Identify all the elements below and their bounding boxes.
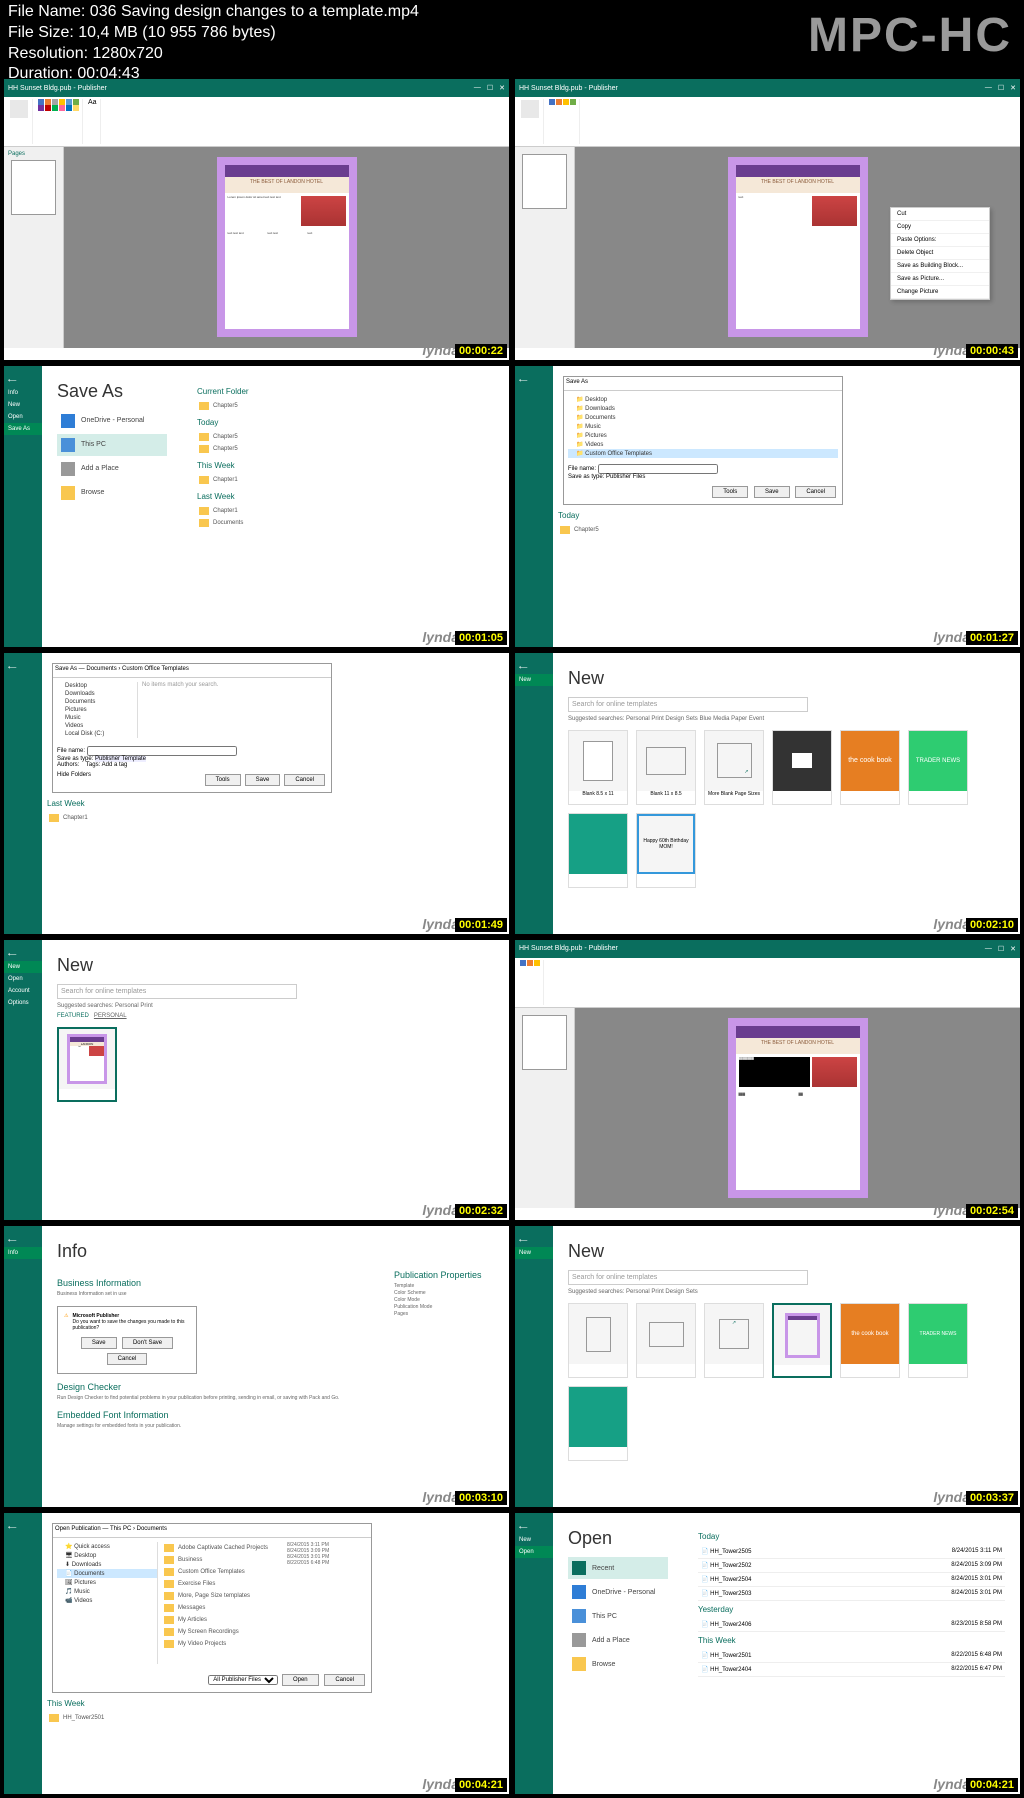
open-heading: Open	[568, 1528, 668, 1549]
thumb-11: ⟵ Open Publication — This PC › Documents…	[4, 1513, 509, 1794]
document-preview[interactable]: THE BEST OF LANDON HOTEL Lorem ipsum dol…	[217, 157, 357, 337]
thumb-1: HH Sunset Bldg.pub - Publisher—☐✕ Aa Pag…	[4, 79, 509, 360]
info-heading: Info	[57, 1241, 494, 1262]
thumb-10: ⟵New New Search for online templates Sug…	[515, 1226, 1020, 1507]
timestamp: 00:00:22	[455, 344, 507, 358]
back-arrow-icon[interactable]: ⟵	[4, 374, 42, 387]
thumb-12: ⟵NewOpen Open Recent OneDrive - Personal…	[515, 1513, 1020, 1794]
menu-save-block[interactable]: Save as Building Block...	[891, 260, 989, 273]
hide-folders[interactable]: Hide Folders	[57, 772, 91, 788]
backstage-sidebar[interactable]: ⟵ Info New Open Save As	[4, 366, 42, 647]
thumb-5: ⟵ Save As — Documents › Custom Office Te…	[4, 653, 509, 934]
thumb-3: ⟵ Info New Open Save As Save As OneDrive…	[4, 366, 509, 647]
menu-copy[interactable]: Copy	[891, 221, 989, 234]
thumb-2: HH Sunset Bldg.pub - Publisher—☐✕ THE BE…	[515, 79, 1020, 360]
location-browse[interactable]: Browse	[57, 482, 167, 504]
thumb-9: ⟵Info Info Business InformationBusiness …	[4, 1226, 509, 1507]
menu-paste[interactable]: Paste Options:	[891, 234, 989, 247]
location-addplace[interactable]: Add a Place	[57, 458, 167, 480]
pages-panel[interactable]: Pages	[4, 147, 64, 348]
msgbox-cancel[interactable]: Cancel	[107, 1353, 148, 1365]
open-dialog[interactable]: Open Publication — This PC › Documents ⭐…	[52, 1523, 372, 1693]
save-as-heading: Save As	[57, 381, 167, 402]
menu-change-pic[interactable]: Change Picture	[891, 286, 989, 299]
location-onedrive[interactable]: OneDrive - Personal	[57, 410, 167, 432]
location-recent[interactable]: Recent	[568, 1557, 668, 1579]
ribbon[interactable]: Aa	[4, 97, 509, 147]
save-prompt-dialog[interactable]: ⚠Microsoft PublisherDo you want to save …	[57, 1306, 197, 1374]
player-watermark: MPC-HC	[808, 8, 1012, 63]
tools-button[interactable]: Tools	[712, 486, 748, 498]
filename-input[interactable]	[598, 464, 718, 474]
template-search[interactable]: Search for online templates	[568, 697, 808, 712]
save-button[interactable]: Save	[754, 486, 790, 498]
save-dialog-2[interactable]: Save As — Documents › Custom Office Temp…	[52, 663, 332, 793]
thumbnail-grid: HH Sunset Bldg.pub - Publisher—☐✕ Aa Pag…	[0, 75, 1024, 1798]
save-dialog[interactable]: Save As 📁 Desktop 📁 Downloads 📁 Document…	[563, 376, 843, 505]
recent-file[interactable]: 📄 HH_Tower25058/24/2015 3:11 PM	[698, 1545, 1005, 1559]
thumb-8: HH Sunset Bldg.pub - Publisher—☐✕ THE BE…	[515, 940, 1020, 1221]
thumb-7: ⟵NewOpenAccountOptions New Search for on…	[4, 940, 509, 1221]
location-thispc[interactable]: This PC	[57, 434, 167, 456]
menu-delete[interactable]: Delete Object	[891, 247, 989, 260]
filetype-select[interactable]: All Publisher Files	[208, 1675, 278, 1685]
msgbox-dontsave[interactable]: Don't Save	[122, 1337, 173, 1349]
cancel-button[interactable]: Cancel	[795, 486, 836, 498]
template-blank-portrait[interactable]: Blank 8.5 x 11	[568, 730, 628, 805]
new-heading: New	[568, 668, 1005, 689]
template-blank-landscape[interactable]: Blank 11 x 8.5	[636, 730, 696, 805]
template-grid: Blank 8.5 x 11 Blank 11 x 8.5 ↗More Blan…	[568, 730, 1005, 888]
thumb-4: ⟵ Save As 📁 Desktop 📁 Downloads 📁 Docume…	[515, 366, 1020, 647]
msgbox-save[interactable]: Save	[81, 1337, 117, 1349]
open-button[interactable]: Open	[282, 1674, 319, 1686]
thumb-6: ⟵New New Search for online templates Sug…	[515, 653, 1020, 934]
template-personal-1[interactable]: LANDONtxt	[57, 1027, 117, 1102]
menu-save-pic[interactable]: Save as Picture...	[891, 273, 989, 286]
menu-cut[interactable]: Cut	[891, 208, 989, 221]
template-more-sizes[interactable]: ↗More Blank Page Sizes	[704, 730, 764, 805]
context-menu[interactable]: Cut Copy Paste Options: Delete Object Sa…	[890, 207, 990, 300]
